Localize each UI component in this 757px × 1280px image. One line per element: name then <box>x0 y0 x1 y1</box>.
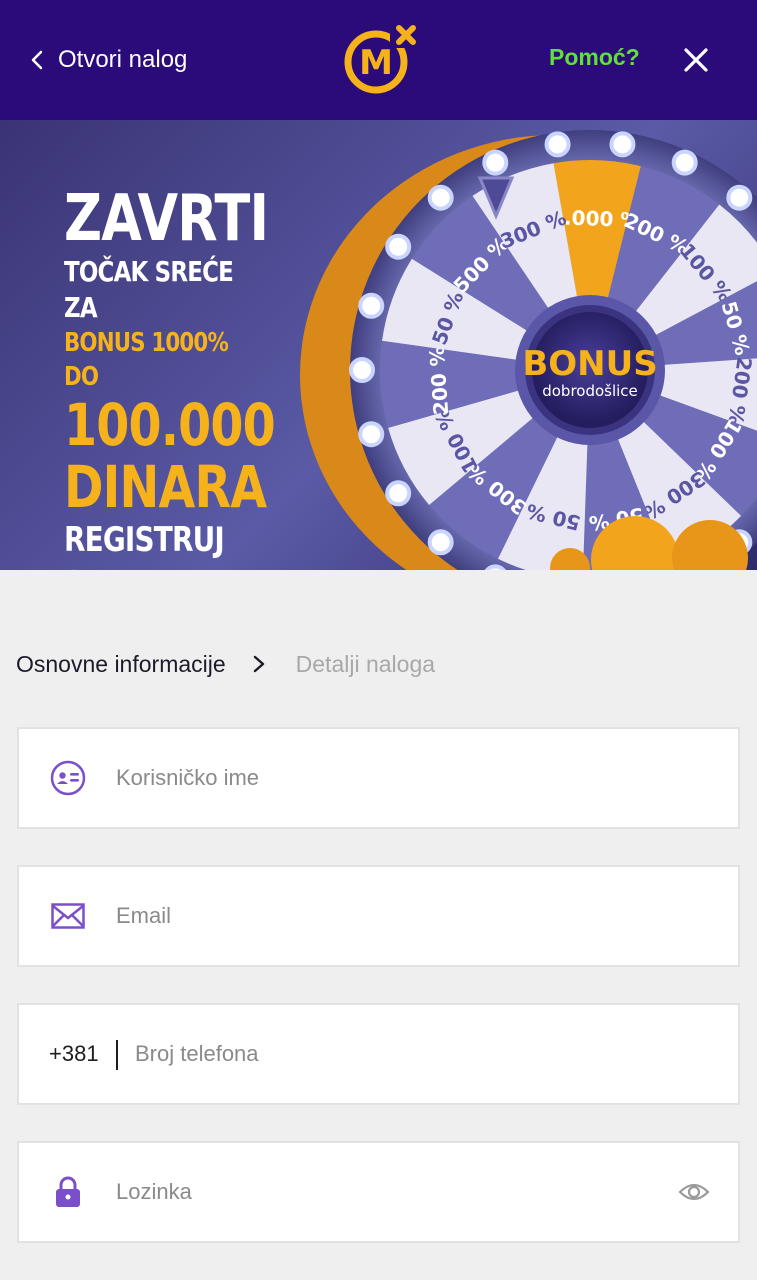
phone-prefix[interactable]: +381 <box>49 1041 99 1067</box>
wheel-light <box>358 292 385 319</box>
promo-line-1: ZAVRTI <box>64 182 269 256</box>
promo-line-3: BONUS 1000% DO <box>64 328 229 392</box>
lock-icon <box>49 1173 87 1211</box>
wheel-light <box>358 421 385 448</box>
promo-line-6: REGISTRUJ SE <box>64 520 225 570</box>
fortune-wheel: 1.000 %200 %100 %50 %200 %100 %300 %50 %… <box>300 130 757 570</box>
chevron-left-icon <box>31 50 43 70</box>
promo-text: ZAVRTI TOČAK SREĆE ZA BONUS 1000% DO 100… <box>64 184 294 570</box>
promo-banner[interactable]: ZAVRTI TOČAK SREĆE ZA BONUS 1000% DO 100… <box>0 120 757 570</box>
prefix-divider <box>116 1040 118 1070</box>
promo-line-2: TOČAK SREĆE ZA <box>64 255 234 324</box>
promo-line-4: 100.000 <box>64 391 276 459</box>
username-field[interactable] <box>17 727 740 829</box>
wheel-segment-label: 200 % <box>425 345 454 415</box>
wheel-light <box>726 184 753 211</box>
registration-steps: Osnovne informacije Detalji naloga <box>16 646 435 682</box>
wheel-light <box>427 184 454 211</box>
top-bar: Otvori nalog M Pomoć? <box>0 0 757 120</box>
eye-icon <box>678 1183 710 1201</box>
wheel-hub-title: BONUS <box>522 344 657 384</box>
step-account-details[interactable]: Detalji naloga <box>296 651 435 678</box>
wheel-light <box>385 480 412 507</box>
phone-field[interactable]: +381 <box>17 1003 740 1105</box>
username-input[interactable] <box>116 765 636 791</box>
wheel-light <box>385 233 412 260</box>
user-card-icon <box>49 759 87 797</box>
promo-line-5: DINARA <box>64 453 267 521</box>
wheel-light <box>609 131 636 158</box>
envelope-icon <box>49 897 87 935</box>
phone-input[interactable] <box>135 1041 655 1067</box>
wheel-light <box>482 149 509 176</box>
help-link[interactable]: Pomoć? <box>549 44 640 71</box>
step-basic-info: Osnovne informacije <box>16 650 226 677</box>
back-label: Otvori nalog <box>58 46 188 73</box>
wheel-light <box>349 357 375 383</box>
close-icon[interactable] <box>682 46 710 74</box>
show-password-toggle[interactable] <box>676 1174 712 1210</box>
wheel-light <box>427 529 454 556</box>
email-field[interactable] <box>17 865 740 967</box>
wheel-hub-subtitle: dobrodošlice <box>542 382 638 400</box>
wheel-light <box>544 131 571 158</box>
back-button[interactable]: Otvori nalog <box>26 40 187 80</box>
wheel-light <box>484 564 506 570</box>
wheel-light <box>671 149 698 176</box>
logo-letter: M <box>359 43 393 83</box>
chevron-right-icon <box>253 655 264 673</box>
password-input[interactable] <box>116 1179 636 1205</box>
brand-logo[interactable]: M <box>342 22 418 96</box>
password-field[interactable] <box>17 1141 740 1243</box>
email-input[interactable] <box>116 903 636 929</box>
